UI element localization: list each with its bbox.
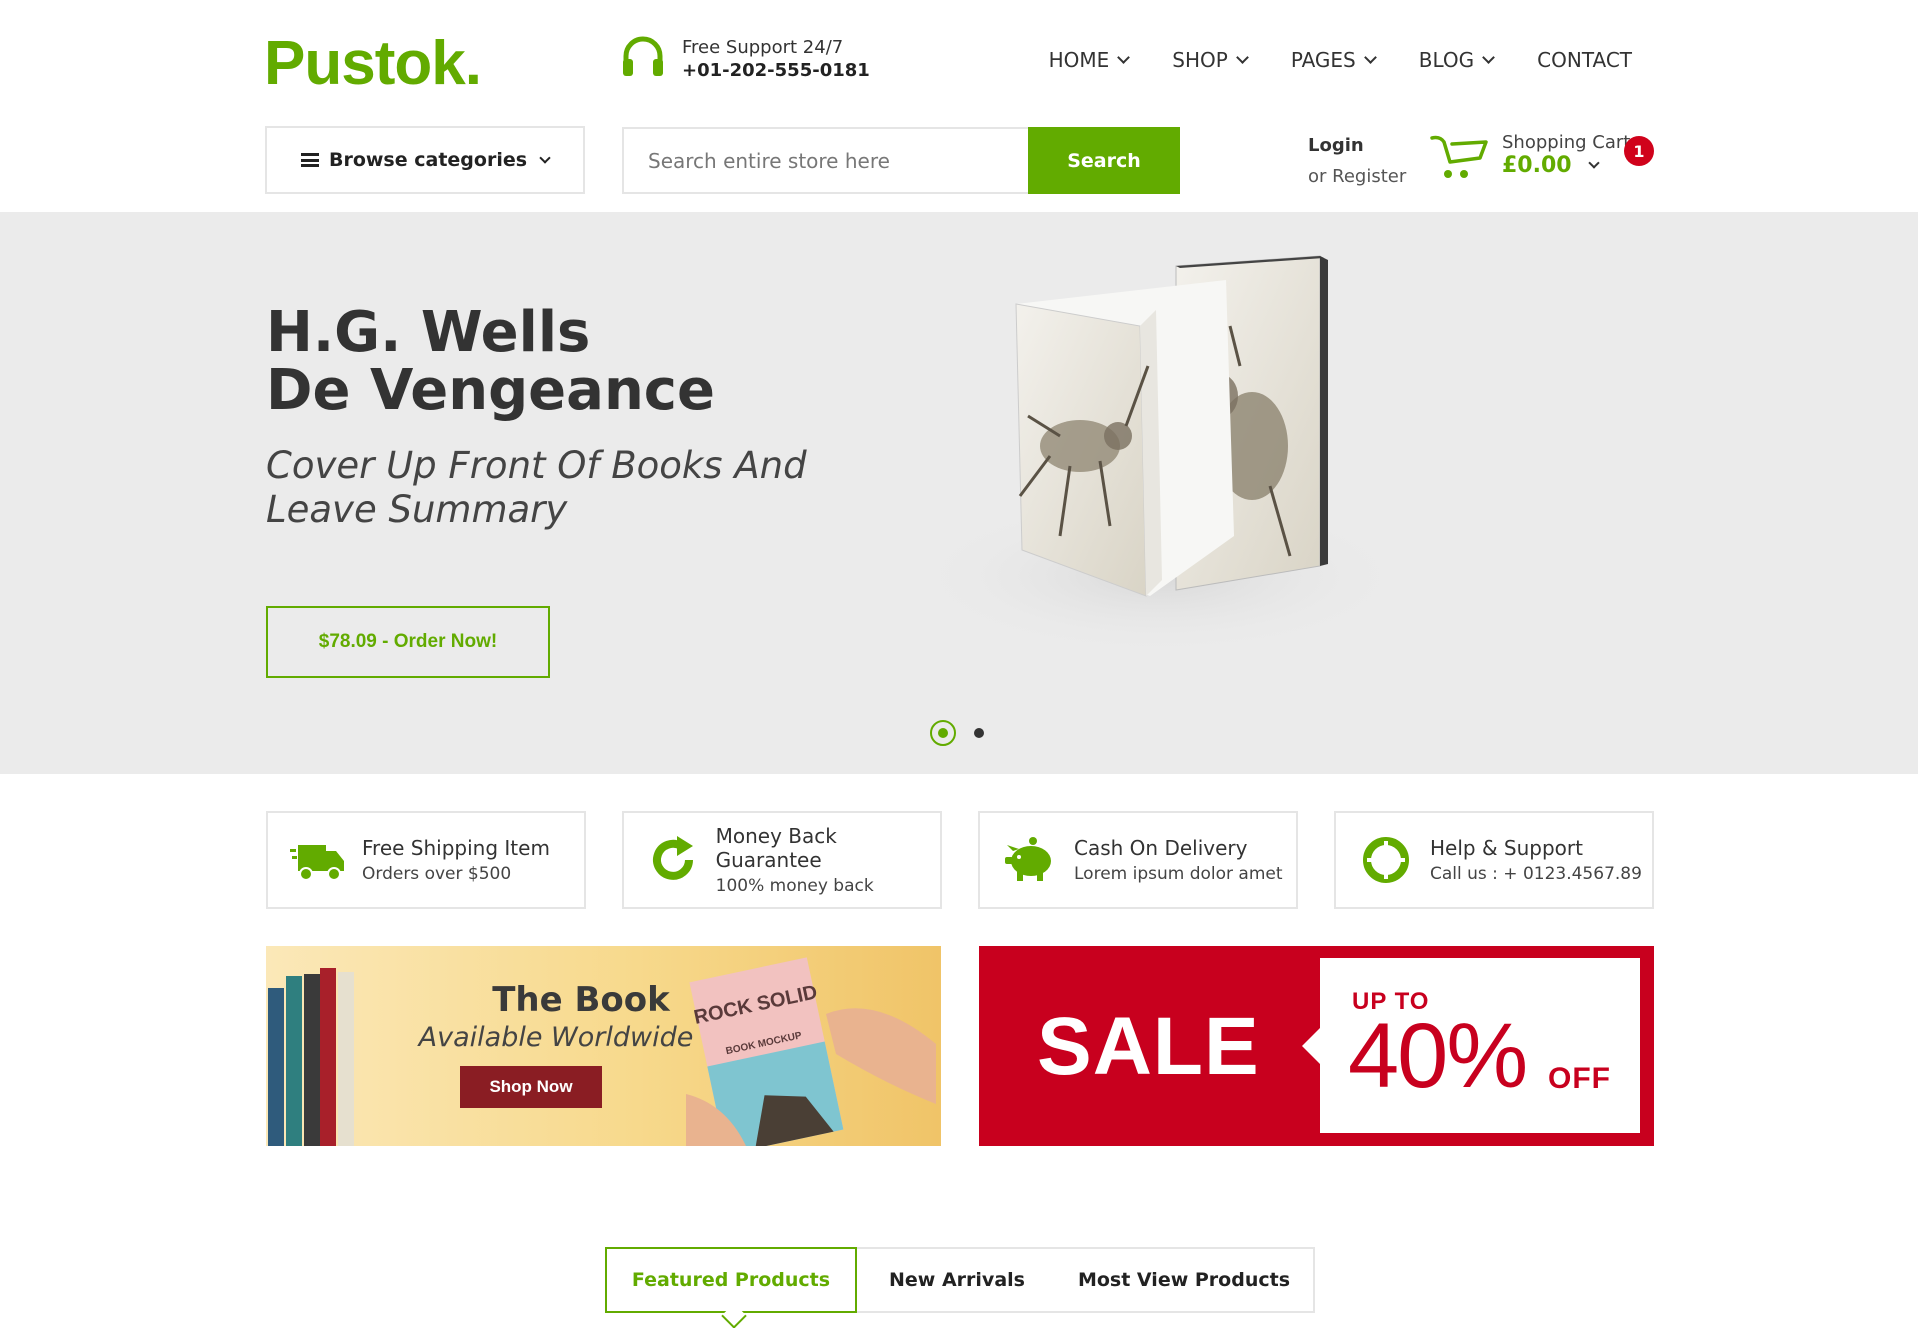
main-nav: HOME SHOP PAGES BLOG CONTACT: [1049, 48, 1632, 72]
headphones-icon: [620, 36, 666, 82]
refresh-icon: [644, 830, 702, 890]
support-label: Free Support 24/7: [682, 37, 844, 58]
feature-sub: Lorem ipsum dolor amet: [1074, 864, 1283, 884]
sale-off: OFF: [1548, 1062, 1611, 1095]
menu-icon: [300, 153, 319, 167]
register-link[interactable]: or Register: [1308, 161, 1406, 192]
sale-text: SALE: [1037, 1001, 1260, 1092]
shopping-cart[interactable]: Shopping Cart £0.00: [1430, 132, 1630, 186]
tab-featured-products[interactable]: Featured Products: [605, 1247, 857, 1328]
feature-cash-on-delivery: Cash On Delivery Lorem ipsum dolor amet: [978, 811, 1298, 909]
lifebuoy-icon: [1356, 830, 1416, 890]
sale-banner[interactable]: SALE UP TO 40% OFF: [979, 946, 1654, 1146]
slider-dot-2[interactable]: [974, 728, 984, 738]
support-info: Free Support 24/7 +01-202-555-0181: [620, 36, 870, 82]
chevron-down-icon: [1482, 51, 1496, 64]
hero-subtitle: Cover Up Front Of Books And Leave Summar…: [266, 444, 807, 531]
slider-dots: [930, 720, 984, 746]
nav-home[interactable]: HOME: [1049, 48, 1131, 72]
feature-sub: Call us : + 0123.4567.89: [1430, 864, 1642, 884]
feature-help-support: Help & Support Call us : + 0123.4567.89: [1334, 811, 1654, 909]
login-link[interactable]: Login: [1308, 130, 1406, 161]
cart-label: Shopping Cart: [1502, 132, 1631, 153]
banner-subtitle: Available Worldwide: [418, 1022, 694, 1053]
cart-icon: [1430, 132, 1488, 186]
product-tabs: Featured Products New Arrivals Most View…: [605, 1247, 1315, 1328]
sale-card: UP TO 40% OFF: [1320, 958, 1640, 1133]
feature-sub: 100% money back: [715, 876, 874, 896]
active-tab-indicator: [721, 1303, 747, 1328]
nav-blog[interactable]: BLOG: [1419, 48, 1496, 72]
shop-now-button[interactable]: Shop Now: [460, 1066, 602, 1108]
feature-money-back: Money Back Guarantee 100% money back: [622, 811, 942, 909]
feature-sub: Orders over $500: [362, 864, 512, 884]
search-bar: Search: [622, 127, 1180, 194]
sale-percent: 40%: [1348, 1005, 1528, 1107]
search-input[interactable]: [622, 127, 1028, 194]
hero-slider: H.G. Wells De Vengeance Cover Up Front O…: [0, 212, 1918, 774]
chevron-down-icon: [539, 151, 551, 164]
nav-shop[interactable]: SHOP: [1172, 48, 1249, 72]
feature-title: Help & Support: [1430, 836, 1583, 860]
chevron-down-icon: [1117, 51, 1131, 64]
feature-title: Cash On Delivery: [1074, 836, 1248, 860]
sale-card-pointer: [1302, 1028, 1320, 1064]
tab-most-view-products[interactable]: Most View Products: [1057, 1249, 1311, 1311]
browse-label: Browse categories: [328, 149, 528, 171]
banner-title: The Book: [492, 980, 670, 1020]
truck-icon: [288, 830, 348, 890]
account-links: Login or Register: [1308, 130, 1406, 192]
site-logo[interactable]: Pustok.: [264, 28, 482, 99]
search-button[interactable]: Search: [1028, 127, 1180, 194]
feature-title: Free Shipping Item: [362, 836, 550, 860]
feature-free-shipping: Free Shipping Item Orders over $500: [266, 811, 586, 909]
support-phone[interactable]: +01-202-555-0181: [682, 60, 870, 81]
chevron-down-icon: [1235, 51, 1249, 64]
book-mockup-image: ROCK SOLID BOOK MOCKUP: [686, 954, 936, 1146]
hero-book-image: [900, 246, 1460, 686]
cart-total: £0.00: [1502, 153, 1572, 178]
browse-categories-button[interactable]: Browse categories: [265, 126, 585, 194]
nav-contact[interactable]: CONTACT: [1537, 48, 1632, 72]
chevron-down-icon: [1363, 51, 1377, 64]
feature-title: Money Back Guarantee: [715, 824, 837, 872]
book-banner[interactable]: The Book Available Worldwide Shop Now RO…: [266, 946, 941, 1146]
nav-pages[interactable]: PAGES: [1291, 48, 1377, 72]
hero-title: H.G. Wells De Vengeance: [266, 300, 715, 423]
tab-new-arrivals[interactable]: New Arrivals: [857, 1249, 1057, 1311]
slider-dot-1[interactable]: [930, 720, 956, 746]
order-now-button[interactable]: $78.09 - Order Now!: [266, 606, 550, 678]
piggy-bank-icon: [1000, 830, 1060, 890]
chevron-down-icon: [1587, 157, 1600, 169]
cart-count-badge: 1: [1624, 136, 1654, 166]
book-spines-image: [268, 968, 354, 1146]
